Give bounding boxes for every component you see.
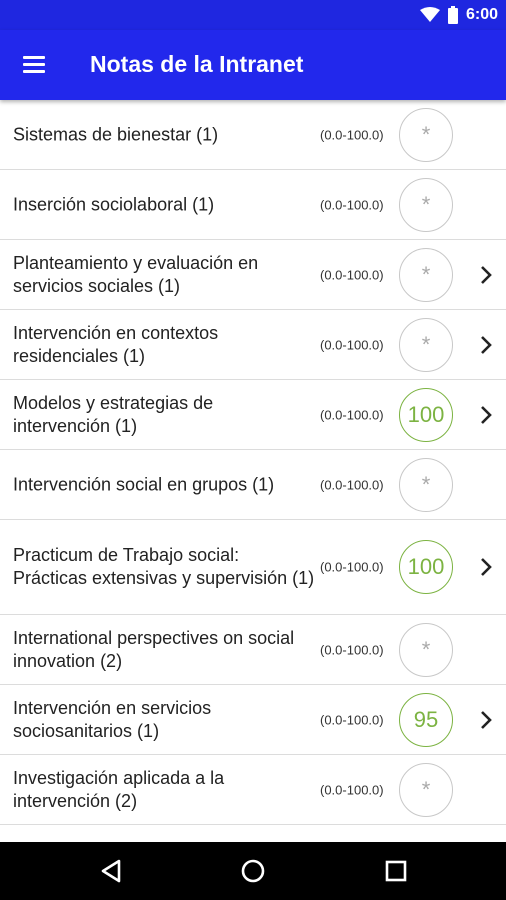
- course-name: Practicum de Trabajo social: Prácticas e…: [13, 545, 315, 588]
- system-nav-bar: [0, 842, 506, 900]
- wifi-icon: [419, 7, 440, 22]
- grade-badge: *: [399, 622, 453, 677]
- course-name: Intervención social en grupos (1): [13, 474, 275, 494]
- course-name: Intervención en contextos residenciales …: [13, 322, 219, 366]
- grade-range: (0.0-100.0): [320, 477, 384, 492]
- grade-badge: *: [399, 762, 453, 817]
- grade-badge: *: [399, 177, 453, 232]
- course-row[interactable]: Intervención en servicios sociosanitario…: [0, 685, 506, 755]
- grade-range: (0.0-100.0): [320, 267, 384, 282]
- grade-range: (0.0-100.0): [320, 712, 384, 727]
- course-row: Intervención social en grupos (1) (0.0-1…: [0, 450, 506, 520]
- course-row: Sistemas de bienestar (1) (0.0-100.0) *: [0, 100, 506, 170]
- chevron-right-icon[interactable]: [474, 403, 498, 427]
- app-bar: Notas de la Intranet: [0, 30, 506, 100]
- chevron-right-icon[interactable]: [474, 263, 498, 287]
- back-icon[interactable]: [97, 856, 127, 886]
- grade-badge: *: [399, 247, 453, 302]
- chevron-right-icon[interactable]: [474, 333, 498, 357]
- course-name: Investigación aplicada a la intervención…: [13, 767, 225, 811]
- course-name: Intervención en servicios sociosanitario…: [13, 697, 212, 741]
- grade-range: (0.0-100.0): [320, 642, 384, 657]
- course-row: Investigación aplicada a la intervención…: [0, 755, 506, 825]
- grade-badge: 95: [399, 692, 453, 747]
- recents-icon[interactable]: [381, 856, 411, 886]
- grade-range: (0.0-100.0): [320, 127, 384, 142]
- grades-list[interactable]: Sistemas de bienestar (1) (0.0-100.0) * …: [0, 100, 506, 842]
- course-row[interactable]: Modelos y estrategias de intervención (1…: [0, 380, 506, 450]
- battery-icon: [447, 6, 458, 24]
- grade-badge: 100: [399, 540, 453, 594]
- grade-range: (0.0-100.0): [320, 782, 384, 797]
- grade-range: (0.0-100.0): [320, 197, 384, 212]
- status-icons: 6:00: [419, 4, 498, 26]
- status-bar: 6:00: [0, 0, 506, 30]
- course-row: Inserción sociolaboral (1) (0.0-100.0) *: [0, 170, 506, 240]
- course-row[interactable]: Planteamiento y evaluación en servicios …: [0, 240, 506, 310]
- chevron-right-icon[interactable]: [474, 708, 498, 732]
- status-time: 6:00: [465, 6, 498, 23]
- grade-badge: 100: [399, 387, 453, 442]
- course-row[interactable]: Practicum de Trabajo social: Prácticas e…: [0, 520, 506, 615]
- course-name: Planteamiento y evaluación en servicios …: [13, 252, 259, 296]
- course-name: International perspectives on social inn…: [13, 627, 295, 671]
- home-icon[interactable]: [238, 856, 268, 886]
- grade-range: (0.0-100.0): [320, 407, 384, 422]
- grade-badge: *: [399, 107, 453, 162]
- course-row[interactable]: Intervención en contextos residenciales …: [0, 310, 506, 380]
- course-name: Sistemas de bienestar (1): [13, 124, 219, 144]
- course-row: International perspectives on social inn…: [0, 615, 506, 685]
- course-name: Inserción sociolaboral (1): [13, 194, 215, 214]
- grade-badge: *: [399, 457, 453, 512]
- grade-range: (0.0-100.0): [320, 559, 384, 575]
- grade-range: (0.0-100.0): [320, 337, 384, 352]
- grade-badge: *: [399, 317, 453, 372]
- chevron-right-icon[interactable]: [474, 555, 498, 579]
- course-name: Modelos y estrategias de intervención (1…: [13, 392, 214, 436]
- page-title: Notas de la Intranet: [90, 51, 304, 77]
- hamburger-menu-icon[interactable]: [18, 51, 52, 79]
